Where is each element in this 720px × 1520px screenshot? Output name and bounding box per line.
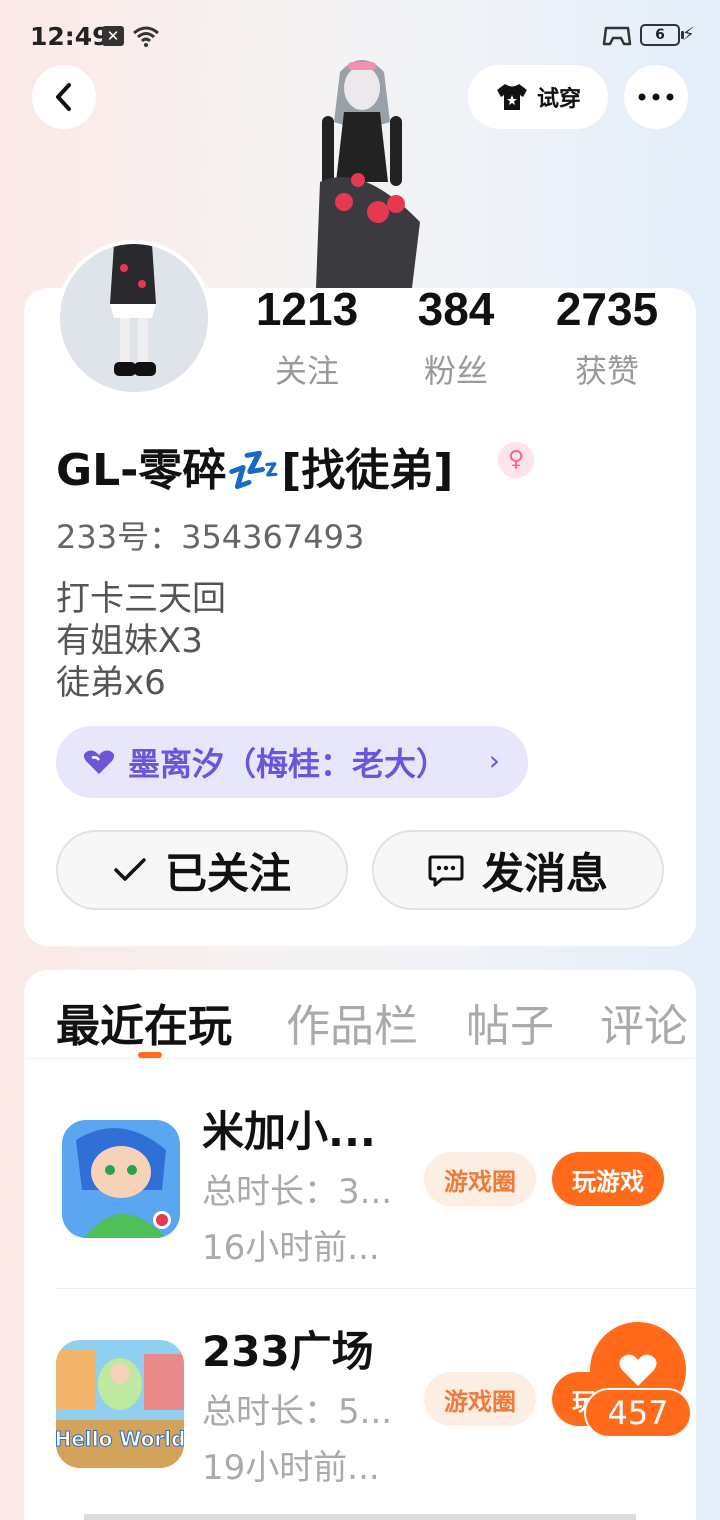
tshirt-icon	[496, 84, 527, 110]
message-label: 发消息	[481, 848, 608, 898]
chevron-right-icon: ›	[488, 744, 500, 777]
scroll-edge	[84, 1514, 636, 1520]
game-last-played: 19小时前...	[202, 1448, 380, 1488]
game-icon-text: Hello World	[56, 1427, 184, 1451]
relationship-pill[interactable]: 墨离汐（梅桂：老大） ›	[56, 726, 528, 798]
stat-likes-value: 2735	[555, 283, 659, 335]
wifi-icon	[133, 26, 159, 47]
try-on-button[interactable]: 试穿	[468, 65, 608, 129]
stat-fans[interactable]: 384 粉丝	[404, 282, 508, 392]
female-gender-icon: ♀	[498, 442, 534, 478]
divider	[56, 1288, 696, 1289]
tab-works[interactable]: 作品栏	[286, 990, 418, 1054]
tab-comments[interactable]: 评论	[600, 990, 688, 1054]
more-button[interactable]	[624, 65, 688, 129]
more-dots-icon	[638, 93, 674, 101]
heart-icon	[619, 1354, 657, 1386]
play-game-button[interactable]: 玩游戏	[552, 1152, 664, 1206]
game-icon	[62, 1120, 180, 1238]
game-name: 233广场	[202, 1327, 374, 1376]
chat-bubble-icon	[428, 855, 464, 887]
status-time: 12:49	[30, 22, 110, 51]
avatar-image	[60, 244, 208, 392]
user-avatar[interactable]	[56, 240, 212, 396]
stat-likes[interactable]: 2735 获赞	[540, 282, 674, 392]
game-row[interactable]: 米加小... 总时长：3... 16小时前... 游戏圈 玩游戏	[56, 1092, 696, 1292]
check-icon	[114, 858, 146, 881]
stat-following-value: 1213	[255, 283, 359, 335]
game-last-played: 16小时前...	[202, 1228, 380, 1268]
game-icon: Hello World	[56, 1340, 184, 1468]
bio-line: 有姐妹X3	[56, 621, 203, 661]
bio: 打卡三天回 有姐妹X3 徒弟x6	[56, 578, 226, 704]
user-id: 233号：354367493	[56, 518, 365, 556]
stat-likes-label: 获赞	[574, 352, 639, 390]
game-name: 米加小...	[202, 1107, 376, 1156]
game-duration: 总时长：5...	[202, 1392, 393, 1432]
battery-indicator: 6	[640, 24, 684, 46]
like-float-button[interactable]: 457	[584, 1322, 692, 1438]
notification-x-icon: ✕	[102, 26, 124, 46]
message-button[interactable]: 发消息	[372, 830, 664, 910]
tab-posts[interactable]: 帖子	[466, 990, 554, 1054]
back-button[interactable]	[32, 65, 96, 129]
relationship-text: 墨离汐（梅桂：老大）	[128, 745, 449, 783]
charging-icon: ⚡	[682, 24, 695, 45]
stat-following[interactable]: 1213 关注	[240, 282, 374, 392]
gamepad-icon	[602, 26, 632, 46]
bio-line: 打卡三天回	[56, 579, 226, 619]
stat-fans-label: 粉丝	[423, 352, 488, 390]
game-circle-button[interactable]: 游戏圈	[424, 1152, 536, 1206]
tab-recently-played[interactable]: 最近在玩	[56, 990, 232, 1054]
divider	[24, 1058, 696, 1059]
chevron-left-icon	[56, 83, 71, 111]
stat-fans-value: 384	[417, 283, 495, 335]
stat-following-label: 关注	[274, 352, 339, 390]
avatar-character	[316, 60, 420, 288]
like-count: 457	[584, 1388, 692, 1438]
follow-label: 已关注	[164, 848, 291, 898]
follow-button[interactable]: 已关注	[56, 830, 348, 910]
username: GL-零碎💤[找徒弟]	[56, 445, 454, 496]
game-circle-button[interactable]: 游戏圈	[424, 1372, 536, 1426]
try-on-label: 试穿	[536, 87, 581, 112]
game-duration: 总时长：3...	[202, 1172, 393, 1212]
bio-line: 徒弟x6	[56, 663, 166, 703]
heart-link-icon	[83, 750, 115, 774]
